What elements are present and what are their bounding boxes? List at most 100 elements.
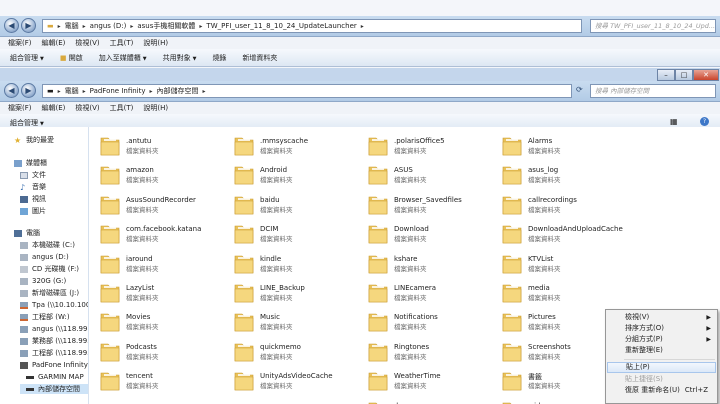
front-back-button[interactable]: ◀ — [4, 83, 19, 98]
sidebar-item-network-engineering[interactable]: 工程部 (\\118.99.19 — [20, 348, 88, 358]
back-organize-button[interactable]: 組合管理 ▼ — [10, 53, 44, 63]
front-organize-button[interactable]: 組合管理 ▼ — [10, 118, 44, 128]
sidebar-item-drive-g[interactable]: 320G (G:) — [20, 276, 66, 286]
sidebar-item-libraries[interactable]: 媒體櫃 — [14, 158, 47, 168]
back-crumb-current[interactable]: TW_PFI_user_11_8_10_24_UpdateLauncher — [206, 22, 356, 30]
folder-item[interactable]: Download 檔案資料夾 — [357, 221, 487, 245]
sidebar-item-videos[interactable]: 視訊 — [20, 194, 46, 204]
folder-item[interactable]: Alarms 檔案資料夾 — [491, 133, 621, 157]
front-menu-file[interactable]: 檔案(F) — [8, 103, 32, 113]
front-menu-tools[interactable]: 工具(T) — [110, 103, 134, 113]
folder-item[interactable]: LINEcamera 檔案資料夾 — [357, 280, 487, 304]
folder-item[interactable]: .mmsyscache 檔案資料夾 — [223, 133, 353, 157]
folder-item[interactable]: Pictures 檔案資料夾 — [491, 309, 621, 333]
back-crumb-folder[interactable]: asus手機相關軟體 — [137, 21, 195, 31]
folder-item[interactable]: AsusSoundRecorder 檔案資料夾 — [89, 192, 219, 216]
folder-item[interactable]: LINE_Backup 檔案資料夾 — [223, 280, 353, 304]
folder-item[interactable]: WeatherTime 檔案資料夾 — [357, 368, 487, 392]
sidebar-item-drive-j[interactable]: 新增磁碟區 (J:) — [20, 288, 79, 298]
folder-item[interactable]: KTVList 檔案資料夾 — [491, 251, 621, 275]
sidebar-item-garmin[interactable]: GARMIN MAP — [26, 372, 84, 382]
folder-item[interactable]: UnityAdsVideoCache 檔案資料夾 — [223, 368, 353, 392]
sidebar-item-music[interactable]: ♪ 音樂 — [20, 182, 46, 192]
folder-item[interactable]: ASUS 檔案資料夾 — [357, 162, 487, 186]
back-menu-edit[interactable]: 編輯(E) — [42, 38, 66, 48]
folder-item[interactable]: kshare 檔案資料夾 — [357, 251, 487, 275]
front-crumb-computer[interactable]: 電腦 — [65, 86, 79, 96]
folder-item[interactable]: Android 檔案資料夾 — [223, 162, 353, 186]
back-menu-tools[interactable]: 工具(T) — [110, 38, 134, 48]
sidebar-item-drive-w[interactable]: 工程部 (W:) — [20, 312, 70, 322]
front-forward-button[interactable]: ▶ — [21, 83, 36, 98]
context-menu-undo-rename[interactable]: 復原 重新命名(U) Ctrl+Z — [607, 385, 716, 396]
folder-item[interactable]: amazon 檔案資料夾 — [89, 162, 219, 186]
folder-item[interactable]: Music 檔案資料夾 — [223, 309, 353, 333]
back-share-button[interactable]: 共用對象 ▼ — [163, 53, 197, 63]
sidebar-item-favorites[interactable]: ★ 我的最愛 — [14, 135, 54, 145]
folder-item[interactable]: .antutu 檔案資料夾 — [89, 133, 219, 157]
front-crumb-device[interactable]: PadFone Infinity — [90, 87, 146, 95]
folder-item[interactable]: media 檔案資料夾 — [491, 280, 621, 304]
view-options-icon[interactable]: ▦ — [670, 117, 678, 126]
folder-item[interactable]: Browser_Savedfiles 檔案資料夾 — [357, 192, 487, 216]
sidebar-item-network-sales[interactable]: 業務部 (\\118.99.19 — [20, 336, 88, 346]
back-menu-file[interactable]: 檔案(F) — [8, 38, 32, 48]
folder-item[interactable]: asus_log 檔案資料夾 — [491, 162, 621, 186]
folder-item[interactable]: Notifications 檔案資料夾 — [357, 309, 487, 333]
front-crumb-storage[interactable]: 內部儲存空間 — [157, 86, 199, 96]
front-menu-help[interactable]: 說明(H) — [143, 103, 168, 113]
folder-item[interactable]: kindle 檔案資料夾 — [223, 251, 353, 275]
back-crumb-computer[interactable]: 電腦 — [65, 21, 79, 31]
front-search-input[interactable]: 搜尋 內部儲存空間 — [590, 84, 716, 98]
sidebar-item-documents[interactable]: 文件 — [20, 170, 46, 180]
folder-item[interactable]: .polarisOffice5 檔案資料夾 — [357, 133, 487, 157]
back-burn-button[interactable]: 燒錄 — [212, 53, 226, 63]
minimize-button[interactable]: – — [657, 69, 675, 81]
context-menu-refresh[interactable]: 重新整理(E) — [607, 345, 716, 356]
refresh-icon[interactable]: ⟳ — [576, 85, 583, 94]
folder-item[interactable]: com.facebook.katana 檔案資料夾 — [89, 221, 219, 245]
folder-item[interactable]: DownloadAndUploadCache 檔案資料夾 — [491, 221, 623, 245]
back-add-library-button[interactable]: 加入至媒體櫃 ▼ — [99, 53, 147, 63]
sidebar-item-drive-f[interactable]: CD 光碟機 (F:) — [20, 264, 79, 274]
folder-item[interactable]: .busreone — [357, 398, 487, 404]
back-crumb-drive[interactable]: angus (D:) — [90, 22, 127, 30]
context-menu-view[interactable]: 檢視(V) ▶ — [607, 312, 716, 323]
back-back-button[interactable]: ◀ — [4, 18, 19, 33]
maximize-button[interactable]: □ — [675, 69, 693, 81]
sidebar-item-internal-storage[interactable]: 內部儲存空間 — [20, 384, 88, 394]
folder-item[interactable]: quickmemo 檔案資料夾 — [223, 339, 353, 363]
sidebar-item-drive-d[interactable]: angus (D:) — [20, 252, 69, 262]
folder-item[interactable]: tencent 檔案資料夾 — [89, 368, 219, 392]
close-button[interactable]: ✕ — [693, 69, 719, 81]
folder-item[interactable]: Screenshots 檔案資料夾 — [491, 339, 621, 363]
folder-item[interactable]: iaround 檔案資料夾 — [89, 251, 219, 275]
sidebar-item-computer[interactable]: 電腦 — [14, 228, 40, 238]
folder-item[interactable]: 書籤 檔案資料夾 — [491, 368, 621, 392]
back-search-input[interactable]: 搜尋 TW_PFI_user_11_8_10_24_Upd... — [590, 19, 716, 33]
back-breadcrumb[interactable]: ▬ ▸ 電腦 ▸ angus (D:) ▸ asus手機相關軟體 ▸ TW_PF… — [42, 19, 582, 33]
back-forward-button[interactable]: ▶ — [21, 18, 36, 33]
sidebar-item-padfone[interactable]: PadFone Infinity — [20, 360, 88, 370]
folder-item[interactable]: Podcasts 檔案資料夾 — [89, 339, 219, 363]
help-icon[interactable]: ? — [700, 117, 709, 126]
sidebar-item-network-angus[interactable]: angus (\\118.99.19 — [20, 324, 88, 334]
back-new-folder-button[interactable]: 新增資料夾 — [242, 53, 277, 63]
sidebar-item-pictures[interactable]: 圖片 — [20, 206, 46, 216]
folder-item[interactable]: LazyList 檔案資料夾 — [89, 280, 219, 304]
back-open-button[interactable]: ■ 開啟 — [60, 53, 83, 63]
folder-item[interactable]: Ringtones 檔案資料夾 — [357, 339, 487, 363]
folder-item[interactable]: baidu 檔案資料夾 — [223, 192, 353, 216]
folder-item[interactable]: DCIM 檔案資料夾 — [223, 221, 353, 245]
context-menu-group[interactable]: 分組方式(P) ▶ — [607, 334, 716, 345]
context-menu-sort[interactable]: 排序方式(O) ▶ — [607, 323, 716, 334]
front-breadcrumb[interactable]: ▬ ▸ 電腦 ▸ PadFone Infinity ▸ 內部儲存空間 ▸ — [42, 84, 572, 98]
back-menu-help[interactable]: 說明(H) — [143, 38, 168, 48]
front-menu-edit[interactable]: 編輯(E) — [42, 103, 66, 113]
context-menu-paste[interactable]: 貼上(P) — [607, 362, 716, 373]
sidebar-item-drive-c[interactable]: 本機磁碟 (C:) — [20, 240, 75, 250]
front-menu-view[interactable]: 檢視(V) — [75, 103, 99, 113]
folder-item[interactable]: Movies 檔案資料夾 — [89, 309, 219, 333]
folder-item[interactable]: callrecordings 檔案資料夾 — [491, 192, 621, 216]
sidebar-item-network-tpa[interactable]: Tpa (\\10.10.100.10 — [20, 300, 88, 310]
